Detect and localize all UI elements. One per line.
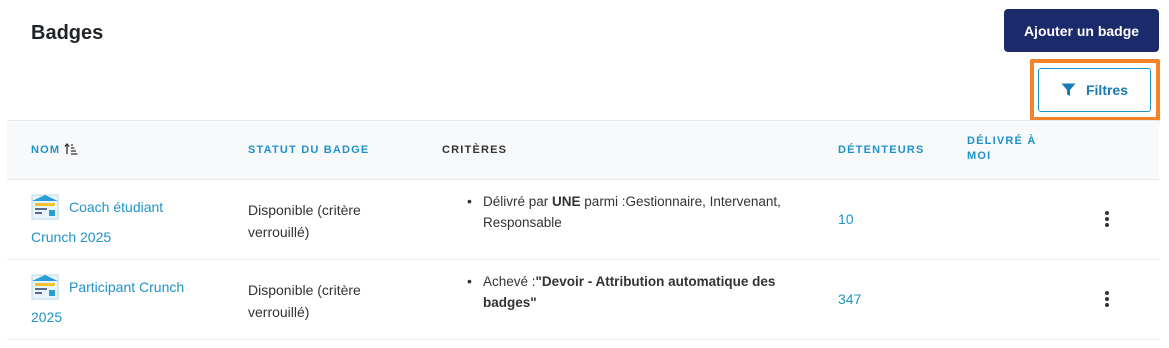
more-vertical-icon[interactable] — [1101, 209, 1113, 229]
badge-criteria: • Achevé :"Devoir - Attribution automati… — [467, 271, 827, 313]
list-bullet: • — [467, 193, 472, 209]
column-header-name[interactable]: NOM — [31, 143, 78, 160]
column-header-holders[interactable]: DÉTENTEURS — [838, 143, 925, 158]
filter-funnel-icon — [1061, 83, 1076, 97]
column-header-status[interactable]: STATUT DU BADGE — [248, 143, 369, 158]
list-bullet: • — [467, 273, 472, 289]
column-header-delivered-line1: DÉLIVRÉ À — [967, 135, 1037, 147]
table-row: Participant Crunch 2025 Disponible (crit… — [7, 260, 1159, 340]
column-header-name-label: NOM — [31, 144, 61, 156]
column-header-delivered-line2: MOI — [967, 150, 992, 162]
column-header-delivered-to-me[interactable]: DÉLIVRÉ À MOI — [967, 134, 1036, 164]
more-vertical-icon[interactable] — [1101, 289, 1113, 309]
filters-button[interactable]: Filtres — [1038, 68, 1151, 112]
sort-ascending-icon[interactable] — [64, 143, 78, 160]
badge-holders-count[interactable]: 10 — [838, 211, 854, 227]
table-header: NOM STATUT DU BADGE CRITÈRES DÉTENTEURS … — [7, 120, 1159, 180]
filters-button-label: Filtres — [1085, 82, 1128, 98]
badge-holders-count[interactable]: 347 — [838, 291, 861, 307]
badge-status: Disponible (critère verrouillé) — [248, 202, 361, 240]
add-badge-button[interactable]: Ajouter un badge — [1004, 9, 1159, 52]
badges-table: NOM STATUT DU BADGE CRITÈRES DÉTENTEURS … — [7, 120, 1159, 340]
criteria-prefix: Achevé : — [483, 274, 536, 289]
badge-name-link[interactable]: Coach étudiant Crunch 2025 — [31, 192, 201, 252]
criteria-bold: UNE — [552, 194, 581, 209]
criteria-prefix: Délivré par — [483, 194, 553, 209]
page-title: Badges — [31, 22, 104, 44]
column-header-criteria: CRITÈRES — [442, 144, 508, 156]
badge-criteria: • Délivré par UNE parmi :Gestionnaire, I… — [467, 191, 827, 233]
table-row: Coach étudiant Crunch 2025 Disponible (c… — [7, 180, 1159, 260]
badge-name-link[interactable]: Participant Crunch 2025 — [31, 272, 201, 332]
badge-status: Disponible (critère verrouillé) — [248, 282, 361, 320]
